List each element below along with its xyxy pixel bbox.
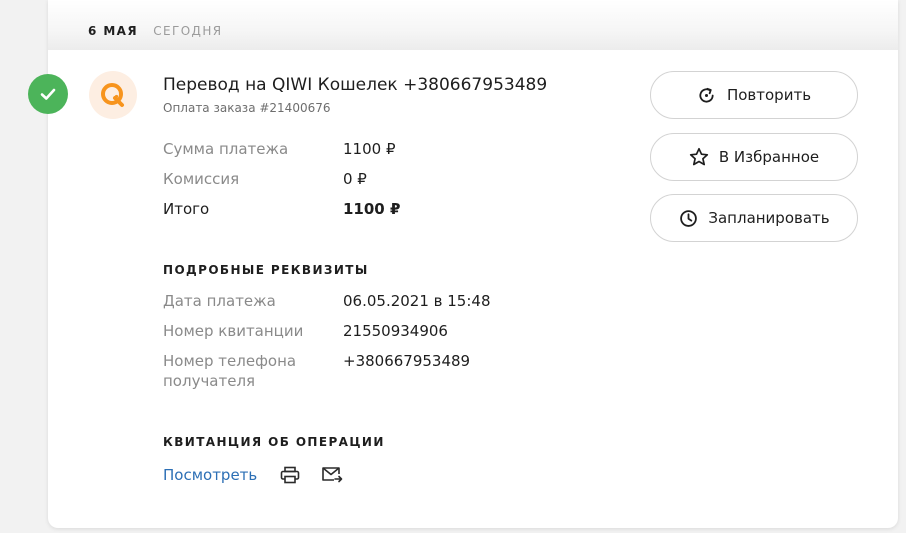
summary-label: Сумма платежа xyxy=(163,140,289,158)
date-header: 6 мая сегодня xyxy=(48,0,898,50)
clock-icon xyxy=(678,208,698,228)
summary-row-fee: Комиссия 0 ₽ xyxy=(163,169,367,189)
summary-label: Комиссия xyxy=(163,170,240,188)
details-label: Номер телефона получателя xyxy=(163,352,297,390)
operation-subtitle: Оплата заказа #21400676 xyxy=(163,101,331,115)
add-to-favorites-button[interactable]: В Избранное xyxy=(650,133,858,181)
check-icon xyxy=(40,88,56,100)
printer-icon[interactable] xyxy=(279,464,301,486)
refresh-icon xyxy=(697,85,717,105)
details-value: +380667953489 xyxy=(343,352,471,370)
operation-title: Перевод на QIWI Кошелек +380667953489 xyxy=(163,75,548,95)
summary-row-amount: Сумма платежа 1100 ₽ xyxy=(163,139,396,159)
mail-send-icon[interactable] xyxy=(321,464,343,486)
receipt-actions: Посмотреть xyxy=(163,464,343,486)
receipt-section-title: Квитанция об операции xyxy=(163,435,385,449)
favorites-button-label: В Избранное xyxy=(718,148,820,166)
summary-row-total: Итого 1100 ₽ xyxy=(163,199,400,219)
summary-label: Итого xyxy=(163,200,210,218)
schedule-button[interactable]: Запланировать xyxy=(650,194,858,242)
summary-value: 1100 ₽ xyxy=(343,200,401,218)
relative-date-label: сегодня xyxy=(153,24,223,38)
details-label: Дата платежа xyxy=(163,292,276,310)
details-row-date: Дата платежа 06.05.2021 в 15:48 xyxy=(163,291,491,311)
summary-value: 1100 ₽ xyxy=(343,140,396,158)
view-receipt-link[interactable]: Посмотреть xyxy=(163,466,257,484)
repeat-button-label: Повторить xyxy=(726,86,812,104)
repeat-button[interactable]: Повторить xyxy=(650,71,858,119)
qiwi-logo-icon xyxy=(89,71,137,119)
success-check-icon xyxy=(28,74,68,114)
schedule-button-label: Запланировать xyxy=(708,209,830,227)
summary-value: 0 ₽ xyxy=(343,170,367,188)
details-value: 06.05.2021 в 15:48 xyxy=(343,292,491,310)
date-label: 6 мая xyxy=(88,24,138,38)
details-label: Номер квитанции xyxy=(163,322,304,340)
details-section-title: Подробные реквизиты xyxy=(163,263,369,277)
star-icon xyxy=(689,147,709,167)
details-row-receipt-number: Номер квитанции 21550934906 xyxy=(163,321,448,341)
details-row-recipient-phone: Номер телефона получателя +380667953489 xyxy=(163,351,470,391)
details-value: 21550934906 xyxy=(343,322,448,340)
